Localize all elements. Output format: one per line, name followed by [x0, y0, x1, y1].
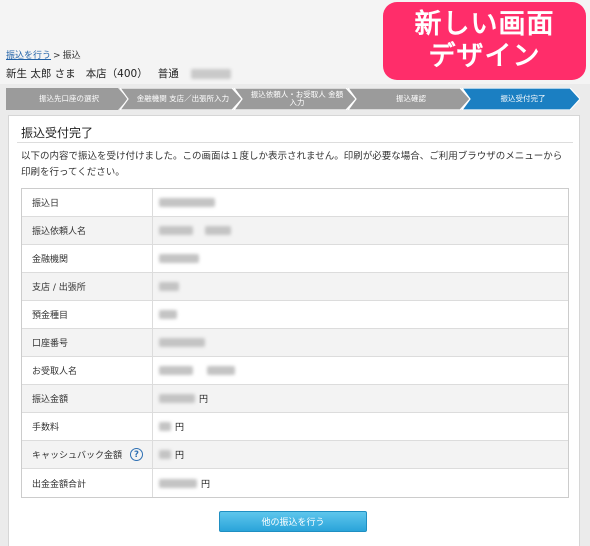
- row-value: [153, 217, 568, 244]
- step-label: 振込受付完了: [500, 94, 546, 103]
- currency-suffix: 円: [175, 451, 185, 461]
- row-value: 円: [153, 413, 568, 440]
- step-3: 振込依頼人・お受取人 金額入力: [234, 88, 356, 110]
- breadcrumb-link-transfer[interactable]: 振込を行う: [6, 51, 51, 61]
- new-design-badge: 新しい画面 デザイン: [383, 2, 586, 80]
- currency-suffix: 円: [175, 423, 185, 433]
- currency-suffix: 円: [199, 395, 209, 405]
- table-row: 振込依頼人名: [22, 217, 568, 245]
- account-type: 普通: [157, 68, 179, 80]
- table-row: 振込日: [22, 189, 568, 217]
- row-label: 振込依頼人名: [22, 217, 153, 244]
- completion-message: 以下の内容で振込を受け付けました。この画面は１度しか表示されません。印刷が必要な…: [21, 151, 563, 178]
- help-icon[interactable]: ?: [130, 448, 144, 461]
- breadcrumb-current: 振込: [62, 51, 81, 61]
- row-label: 金融機関: [22, 245, 153, 272]
- table-row: 預金種目: [22, 301, 568, 329]
- row-value: [153, 329, 568, 356]
- row-label: 口座番号: [22, 329, 153, 356]
- table-row: キャッシュバック金額? 円: [22, 441, 568, 469]
- table-row: 金融機関: [22, 245, 568, 273]
- transfer-details-table: 振込日 振込依頼人名 金融機関 支店 / 出張所 預金種目 口座番号 お受取人名: [21, 188, 569, 498]
- step-label: 振込先口座の選択: [39, 94, 99, 103]
- badge-line-1: 新しい画面: [414, 9, 555, 40]
- row-value: [153, 301, 568, 328]
- step-5-current: 振込受付完了: [462, 88, 580, 110]
- step-label: 金融機関 支店／出張所入力: [136, 94, 230, 103]
- user-name: 新生 太郎 さま: [6, 68, 76, 80]
- account-number-masked: [190, 68, 231, 79]
- table-row: 口座番号: [22, 329, 568, 357]
- another-transfer-button[interactable]: 他の振込を行う: [219, 511, 367, 532]
- step-4: 振込確認: [348, 88, 470, 110]
- row-value: [153, 273, 568, 300]
- panel-title: 振込受付完了: [21, 126, 94, 140]
- table-row: お受取人名: [22, 357, 568, 385]
- step-label: 振込依頼人・お受取人 金額入力: [250, 90, 344, 107]
- user-branch: 本店（400）: [85, 68, 148, 80]
- user-info: 新生 太郎 さま 本店（400） 普通: [6, 66, 231, 81]
- table-row: 出金金額合計 円: [22, 469, 568, 497]
- row-value: 円: [153, 469, 568, 497]
- row-label-text: キャッシュバック金額: [32, 451, 123, 461]
- step-label: 振込確認: [396, 94, 426, 103]
- step-1: 振込先口座の選択: [6, 88, 128, 110]
- row-value: [153, 357, 568, 384]
- title-divider: [17, 142, 573, 143]
- progress-steps: 振込先口座の選択 金融機関 支店／出張所入力 振込依頼人・お受取人 金額入力 振…: [6, 88, 580, 110]
- row-label: 預金種目: [22, 301, 153, 328]
- completion-panel: 振込受付完了 以下の内容で振込を受け付けました。この画面は１度しか表示されません…: [8, 115, 580, 546]
- badge-line-2: デザイン: [428, 41, 541, 72]
- row-label: 手数料: [22, 413, 153, 440]
- row-label: キャッシュバック金額?: [22, 441, 153, 468]
- row-value: [153, 189, 568, 216]
- row-label: 支店 / 出張所: [22, 273, 153, 300]
- table-row: 振込金額 円: [22, 385, 568, 413]
- table-row: 支店 / 出張所: [22, 273, 568, 301]
- row-label: 出金金額合計: [22, 469, 153, 497]
- row-value: 円: [153, 385, 568, 412]
- row-label: お受取人名: [22, 357, 153, 384]
- row-label: 振込日: [22, 189, 153, 216]
- breadcrumb: 振込を行う > 振込: [6, 48, 81, 61]
- currency-suffix: 円: [201, 479, 211, 490]
- row-value: [153, 245, 568, 272]
- row-label: 振込金額: [22, 385, 153, 412]
- breadcrumb-separator: >: [53, 51, 61, 61]
- table-row: 手数料 円: [22, 413, 568, 441]
- row-value: 円: [153, 441, 568, 468]
- step-2: 金融機関 支店／出張所入力: [120, 88, 242, 110]
